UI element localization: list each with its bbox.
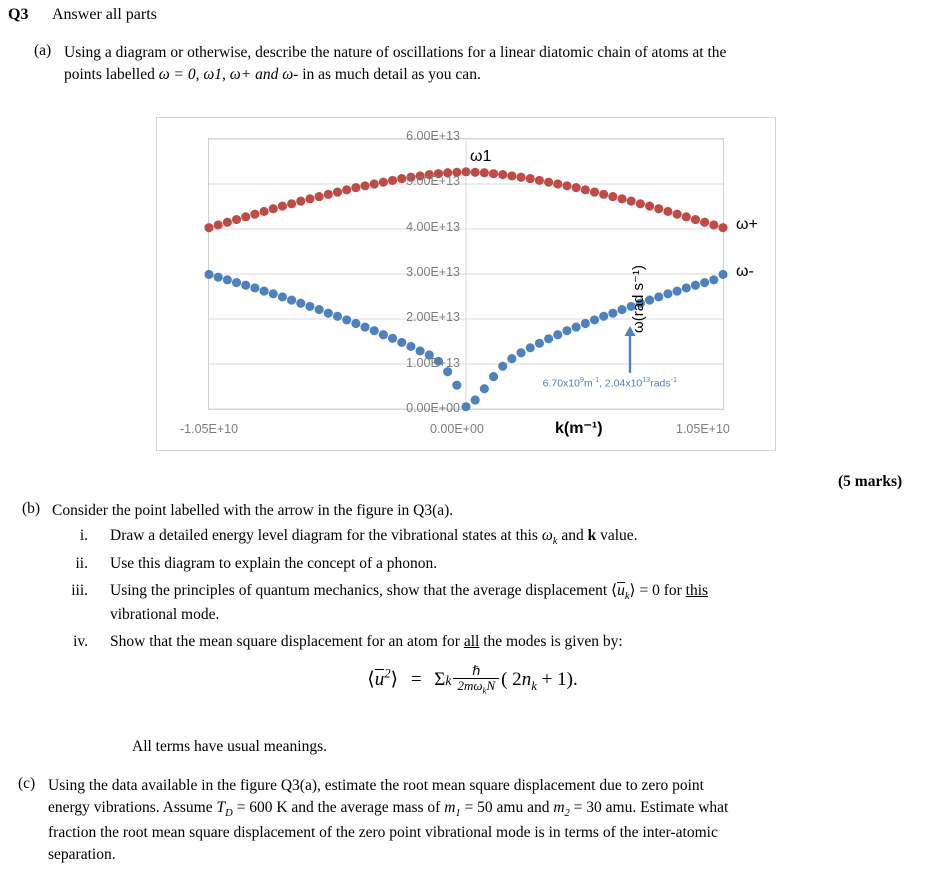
omega-plus-label: ω+ [736, 216, 758, 234]
y-axis-tick-label: 0.00E+00 [406, 401, 460, 415]
item-iii-line2: vibrational mode. [110, 606, 220, 624]
y-axis-tick-label: 5.00E+13 [406, 174, 460, 189]
part-b-item-i-text: Draw a detailed energy level diagram for… [110, 525, 922, 549]
part-a-marker: (a) [34, 42, 52, 59]
part-c-body: Using the data available in the figure Q… [48, 775, 928, 867]
part-b-item-iv: iv. Show that the mean square displaceme… [62, 631, 922, 653]
formula-sum: Σk [434, 669, 452, 691]
part-b-item-iii: iii. Using the principles of quantum mec… [62, 580, 922, 627]
omega1-label: ω1 [470, 148, 492, 166]
part-a-line2-pre: points labelled [64, 66, 159, 84]
part-c-marker: (c) [18, 775, 36, 792]
part-b-item-iv-number: iv. [73, 632, 88, 650]
y-axis-tick-label: 1.00E+13 [406, 355, 460, 370]
part-a: (a) Using a diagram or otherwise, descri… [34, 42, 924, 87]
part-a-marks: (5 marks) [838, 473, 903, 490]
question-instruction: Answer all parts [52, 6, 157, 23]
part-b-item-iv-text: Show that the mean square displacement f… [110, 631, 922, 653]
part-b-closing: All terms have usual meanings. [132, 738, 327, 755]
item-iv-post: the modes is given by: [479, 632, 623, 650]
arrow-annotation-label: 6.70x109m-1, 2.04x1013rads-1 [542, 375, 677, 390]
mean-square-displacement-formula: ⟨u2⟩ = Σk ℏ 2mωkN( 2nk + 1). [0, 663, 945, 696]
item-iv-pre: Show that the mean square displacement f… [110, 632, 464, 650]
part-b-item-ii: ii. Use this diagram to explain the conc… [62, 553, 922, 575]
part-b-item-ii-number: ii. [75, 555, 89, 573]
formula-tail: ( 2nk + 1). [501, 669, 578, 693]
formula-fraction: ℏ 2mωkN [453, 663, 500, 696]
part-a-line2-post: in as much detail as you can. [298, 66, 481, 84]
phonon-dispersion-figure: 0.00E+00 1.00E+13 2.00E+13 3.00E+13 4.00E+13… [156, 117, 776, 451]
question-number: Q3 [8, 6, 29, 23]
formula-equals: = [410, 669, 422, 691]
item-i-post: and k value. [557, 527, 638, 544]
formula-denominator: 2mωkN [453, 677, 500, 696]
item-iii-post: for this [659, 581, 709, 599]
part-b-marker: (b) [22, 500, 41, 517]
omega-minus-label: ω- [736, 263, 754, 281]
x-axis-tick-label: 1.05E+10 [676, 422, 730, 436]
part-b-item-iii-text: Using the principles of quantum mechanic… [110, 580, 922, 627]
item-iii-pre: Using the principles of quantum mechanic… [110, 581, 612, 599]
item-i-pre: Draw a detailed energy level diagram for… [110, 527, 542, 544]
x-axis-title: k(m⁻¹) [555, 420, 603, 437]
part-b-item-i: i. Draw a detailed energy level diagram … [62, 525, 922, 549]
y-axis-tick-label: 4.00E+13 [406, 219, 460, 234]
formula-numerator: ℏ [472, 663, 481, 678]
part-b-roman-list: i. Draw a detailed energy level diagram … [62, 525, 922, 657]
part-a-line2: points labelled ω = 0, ω1, ω+ and ω- in … [64, 64, 924, 86]
part-c-line3: fraction the root mean square displaceme… [48, 823, 718, 841]
y-axis-tick-label: 2.00E+13 [406, 310, 460, 325]
item-iv-underlined: all [463, 632, 480, 650]
y-axis-tick-label: 6.00E+13 [406, 129, 460, 143]
part-c-line1: Using the data available in the figure Q… [48, 777, 704, 794]
x-axis-tick-label: 0.00E+00 [430, 422, 484, 436]
part-b-item-iii-number: iii. [71, 581, 88, 599]
y-axis-tick-label: 3.00E+13 [406, 265, 460, 279]
item-i-symbol: ωk [541, 527, 558, 548]
y-axis-title: ω(rad s⁻¹) [630, 265, 647, 333]
part-a-line1: Using a diagram or otherwise, describe t… [64, 44, 727, 61]
part-b-intro: Consider the point labelled with the arr… [52, 502, 454, 519]
part-a-body: Using a diagram or otherwise, describe t… [64, 42, 924, 87]
part-b-item-ii-text: Use this diagram to explain the concept … [110, 555, 438, 573]
x-axis-tick-label: -1.05E+10 [180, 422, 239, 436]
part-c-line2: energy vibrations. Assume TD = 600 K and… [48, 799, 729, 820]
part-b: (b) Consider the point labelled with the… [22, 500, 922, 522]
formula-lhs: ⟨u2⟩ [367, 665, 399, 691]
part-c: (c) Using the data available in the figu… [18, 775, 928, 867]
item-iii-math: ⟨uk⟩ = 0 [611, 581, 660, 602]
part-c-line4: separation. [48, 846, 116, 864]
part-a-symbols: ω = 0, ω1, ω+ and ω- [158, 66, 299, 84]
part-b-item-i-number: i. [79, 527, 88, 544]
